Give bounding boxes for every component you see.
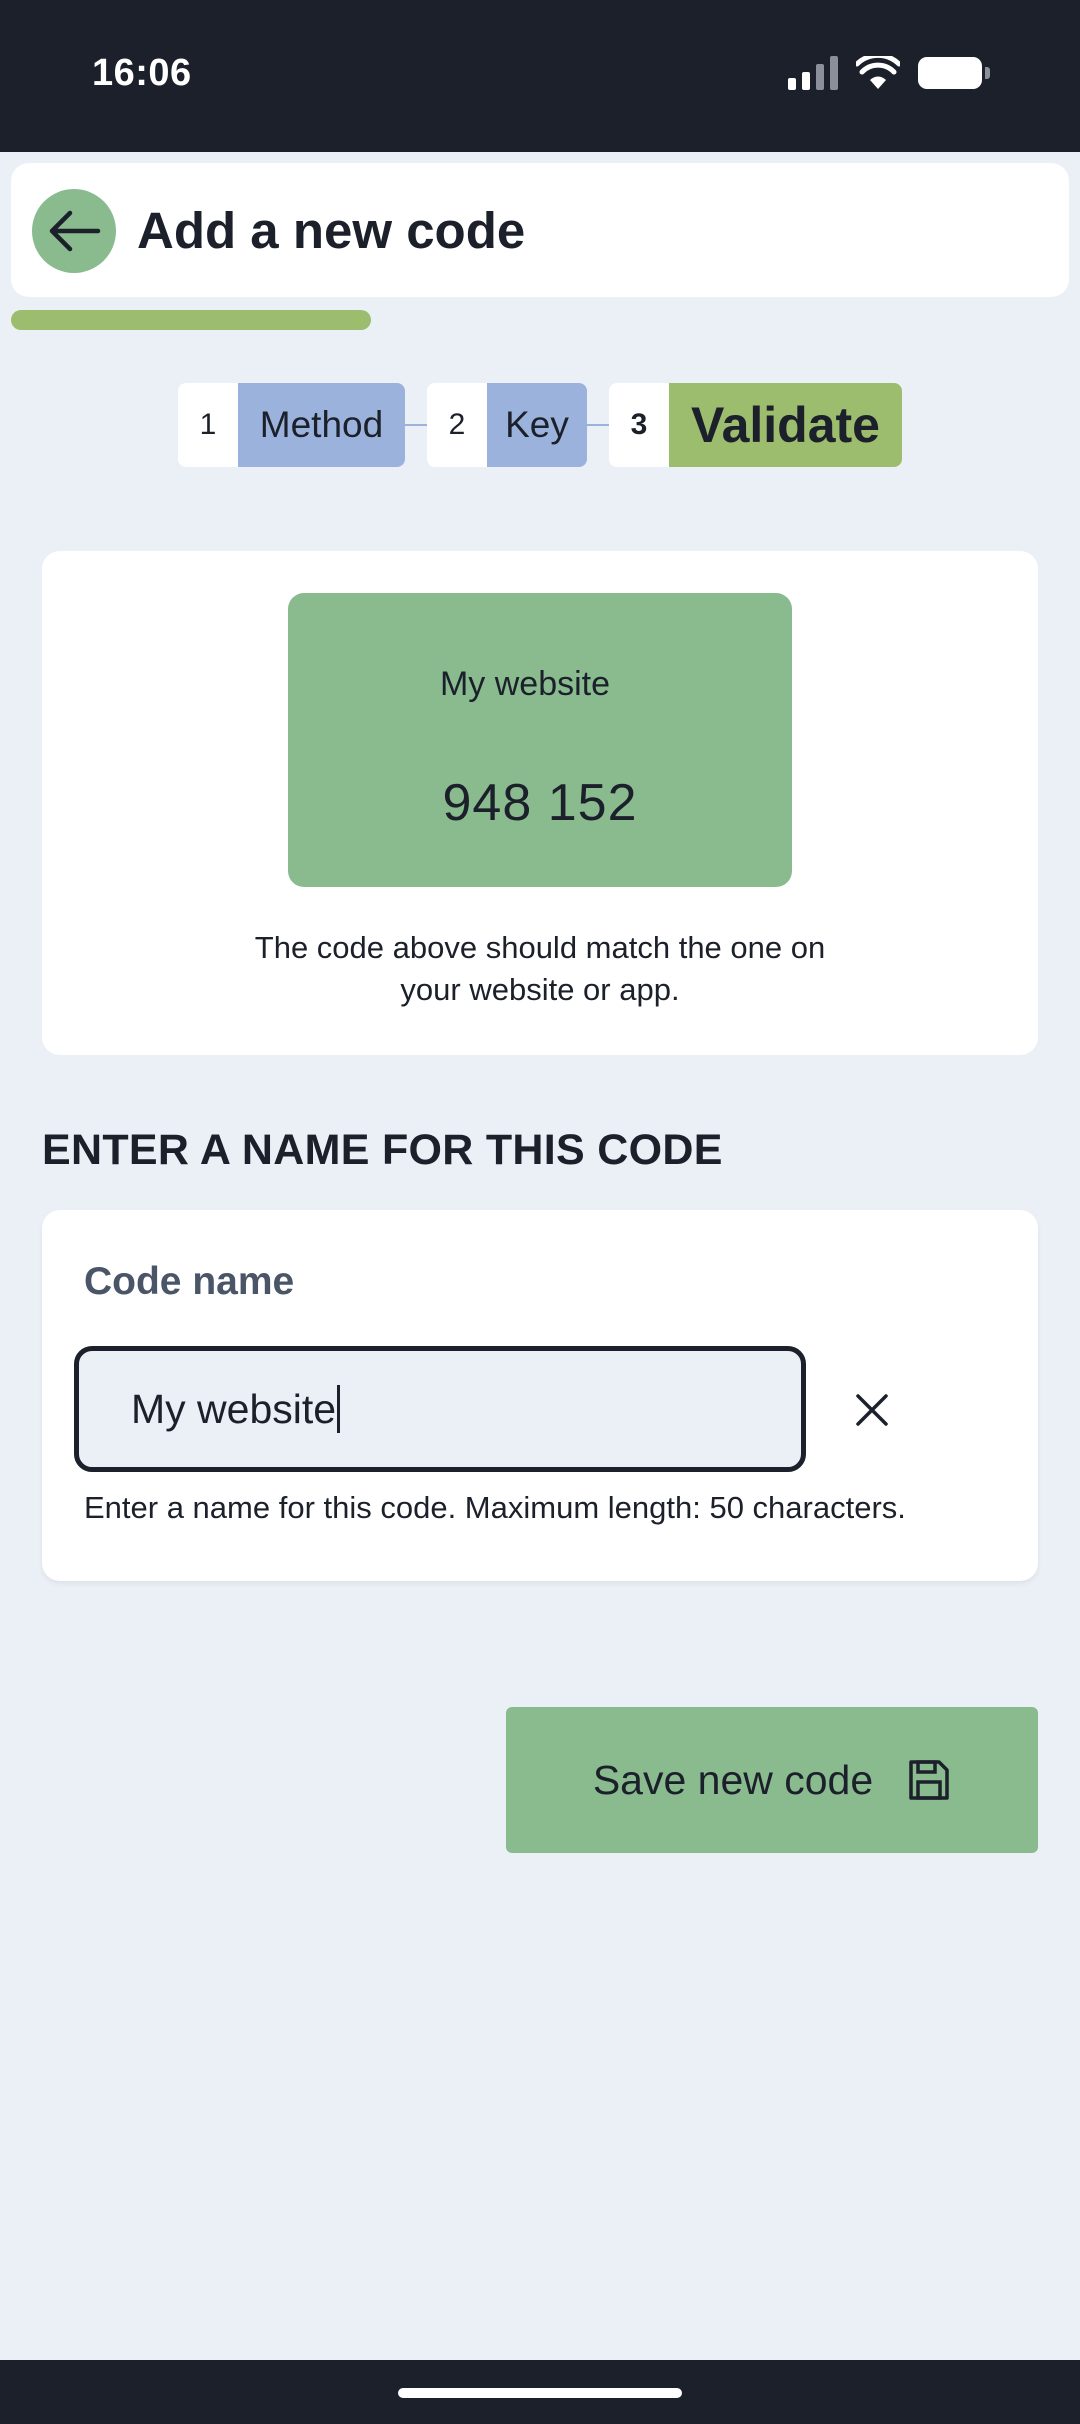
back-button[interactable] [32, 189, 116, 273]
code-name-input[interactable]: My website [74, 1346, 806, 1472]
app-header: Add a new code [11, 163, 1069, 297]
arrow-left-icon [49, 210, 101, 252]
otp-name: My website [439, 665, 611, 703]
step-connector [587, 424, 609, 426]
otp-code: 948 152 [442, 774, 638, 832]
floppy-disk-icon [909, 1760, 949, 1800]
step-connector [405, 424, 427, 426]
signal-icon [788, 56, 838, 90]
section-heading: ENTER A NAME FOR THIS CODE [42, 1126, 723, 1174]
system-nav-bar [0, 2360, 1080, 2424]
battery-icon [918, 57, 990, 89]
otp-tile: My website 948 152 [288, 593, 792, 887]
wifi-icon [856, 56, 900, 89]
name-form-card: Code name My website Enter a name for th… [42, 1210, 1038, 1581]
code-preview-card: My website 948 152 The code above should… [42, 551, 1038, 1055]
clear-button[interactable] [832, 1370, 912, 1450]
status-icons [788, 56, 990, 90]
page-title: Add a new code [137, 202, 526, 259]
home-indicator[interactable] [398, 2388, 682, 2398]
save-button[interactable]: Save new code [506, 1707, 1038, 1853]
step-label: Validate [669, 383, 902, 467]
stepper: 1 Method 2 Key 3 Validate [0, 383, 1080, 467]
step-validate: 3 Validate [609, 383, 902, 467]
field-label: Code name [84, 1260, 295, 1303]
step-key: 2 Key [427, 383, 587, 467]
text-caret [337, 1385, 341, 1433]
progress-fill [11, 310, 371, 330]
preview-hint: The code above should match the one on y… [254, 930, 826, 1007]
status-time: 16:06 [92, 52, 192, 94]
step-number: 2 [427, 383, 487, 467]
status-bar: 16:06 [0, 0, 1080, 152]
step-number: 1 [178, 383, 238, 467]
input-value: My website [131, 1385, 337, 1432]
step-number: 3 [609, 383, 669, 467]
close-icon [856, 1394, 888, 1426]
step-label: Method [238, 383, 405, 467]
step-label: Key [487, 383, 587, 467]
helper-text: Enter a name for this code. Maximum leng… [84, 1490, 906, 1525]
progress-bar [11, 310, 1069, 330]
step-method: 1 Method [178, 383, 405, 467]
save-button-label: Save new code [592, 1756, 874, 1803]
